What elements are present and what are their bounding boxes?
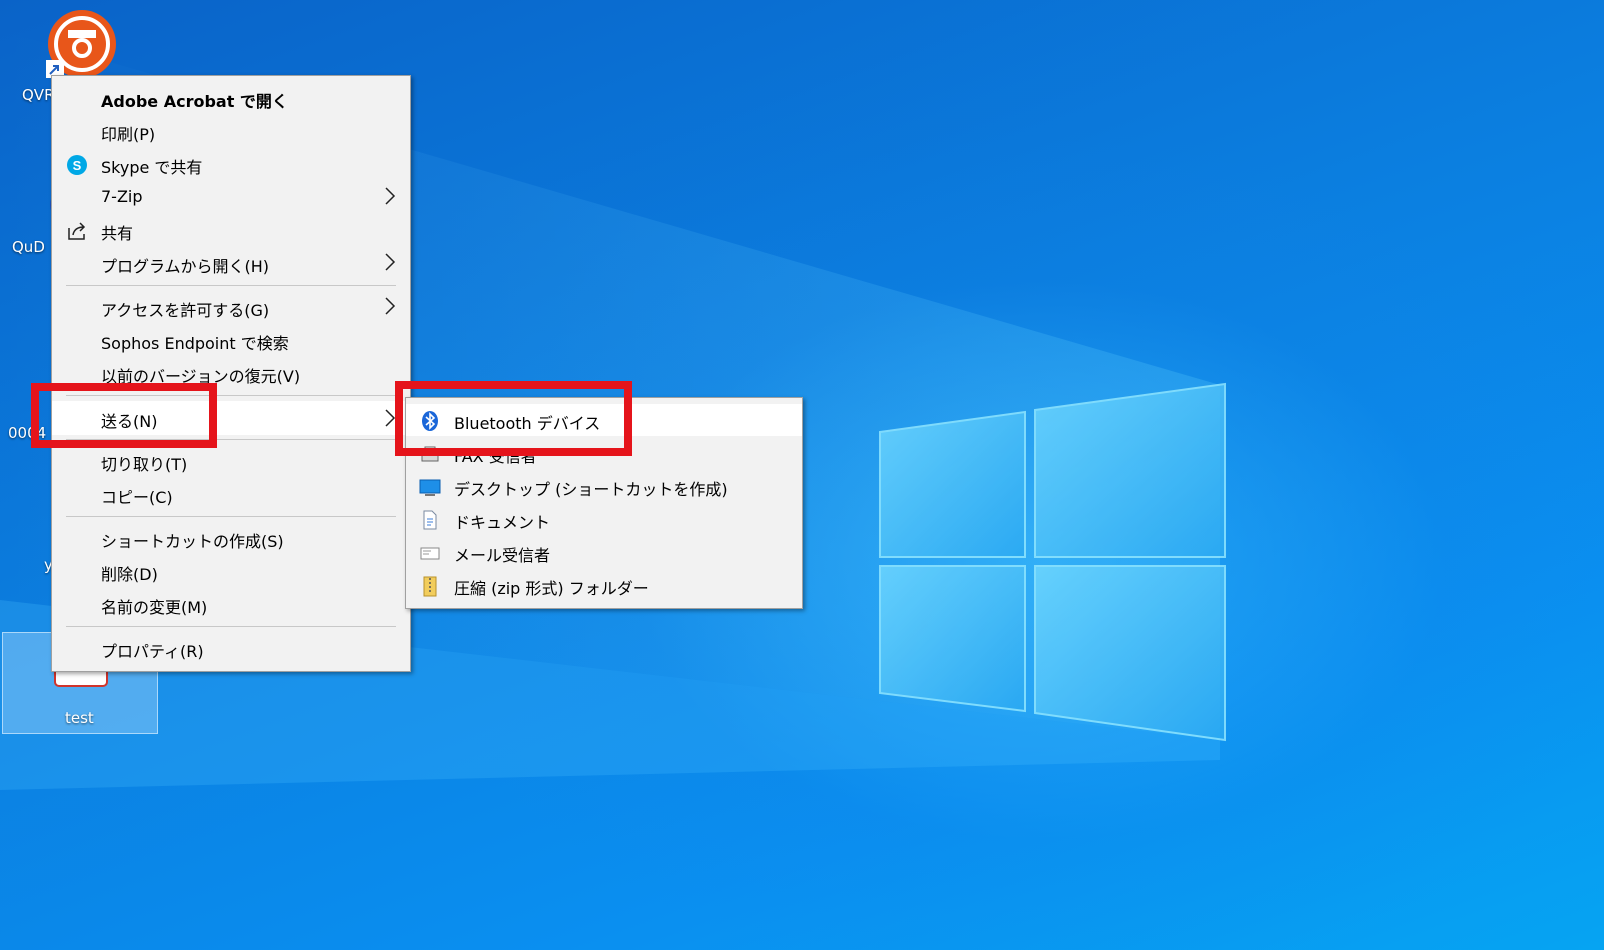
menu-item-label: 名前の変更(M): [101, 598, 208, 617]
menu-item-label: プログラムから開く(H): [101, 257, 270, 276]
menu-separator: [66, 285, 396, 286]
desktop-icon-label: test: [65, 709, 94, 727]
submenu-item-label: ドキュメント: [454, 513, 551, 532]
menu-item-properties[interactable]: プロパティ(R): [52, 632, 410, 664]
zip-folder-icon: [423, 576, 437, 597]
menu-item-label: Adobe Acrobat で開く: [101, 92, 288, 111]
highlight-box-send-to: [31, 383, 217, 448]
chevron-right-icon: [385, 187, 396, 205]
menu-item-label: ショートカットの作成(S): [101, 532, 284, 551]
context-menu: Adobe Acrobat で開く 印刷(P) S Skype で共有 7-Zi…: [51, 75, 411, 672]
menu-item-label: Sophos Endpoint で検索: [101, 334, 289, 353]
menu-item-create-shortcut[interactable]: ショートカットの作成(S): [52, 522, 410, 554]
submenu-item-zip-folder[interactable]: 圧縮 (zip 形式) フォルダー: [406, 569, 802, 601]
desktop-icon: [419, 479, 441, 496]
chevron-right-icon: [385, 253, 396, 271]
menu-item-label: 7-Zip: [101, 187, 143, 206]
menu-item-label: 削除(D): [101, 565, 158, 584]
highlight-box-bluetooth: [395, 381, 632, 456]
share-icon: [68, 222, 86, 240]
menu-item-copy[interactable]: コピー(C): [52, 478, 410, 510]
desktop-icon-label: QVR: [22, 86, 55, 104]
menu-item-label: プロパティ(R): [101, 642, 204, 661]
menu-item-print[interactable]: 印刷(P): [52, 115, 410, 147]
chevron-right-icon: [385, 297, 396, 315]
menu-item-label: アクセスを許可する(G): [101, 301, 270, 320]
skype-icon: S: [67, 155, 87, 175]
submenu-item-mail[interactable]: メール受信者: [406, 536, 802, 568]
menu-item-label: Skype で共有: [101, 158, 203, 177]
menu-item-label: 切り取り(T): [101, 455, 188, 474]
mail-icon: [420, 547, 440, 560]
submenu-item-documents[interactable]: ドキュメント: [406, 503, 802, 535]
submenu-item-desktop[interactable]: デスクトップ (ショートカットを作成): [406, 470, 802, 502]
menu-item-delete[interactable]: 削除(D): [52, 555, 410, 587]
menu-separator: [66, 516, 396, 517]
menu-separator: [66, 626, 396, 627]
menu-item-open-with[interactable]: プログラムから開く(H): [52, 247, 410, 279]
submenu-item-label: 圧縮 (zip 形式) フォルダー: [454, 579, 649, 598]
menu-item-sophos-scan[interactable]: Sophos Endpoint で検索: [52, 324, 410, 356]
menu-item-label: 共有: [101, 224, 134, 243]
menu-item-cut[interactable]: 切り取り(T): [52, 445, 410, 477]
submenu-item-label: デスクトップ (ショートカットを作成): [454, 480, 728, 499]
desktop-icon-label: QuD: [12, 238, 45, 256]
menu-item-label: コピー(C): [101, 488, 173, 507]
menu-item-label: 印刷(P): [101, 125, 156, 144]
menu-item-skype-share[interactable]: S Skype で共有: [52, 148, 410, 180]
menu-item-give-access[interactable]: アクセスを許可する(G): [52, 291, 410, 323]
svg-text:S: S: [73, 158, 82, 173]
document-icon: [423, 510, 437, 530]
menu-item-share[interactable]: 共有: [52, 214, 410, 246]
menu-item-rename[interactable]: 名前の変更(M): [52, 588, 410, 620]
menu-item-7zip[interactable]: 7-Zip: [52, 181, 410, 213]
submenu-item-label: メール受信者: [454, 546, 551, 565]
menu-item-open-acrobat[interactable]: Adobe Acrobat で開く: [52, 82, 410, 114]
